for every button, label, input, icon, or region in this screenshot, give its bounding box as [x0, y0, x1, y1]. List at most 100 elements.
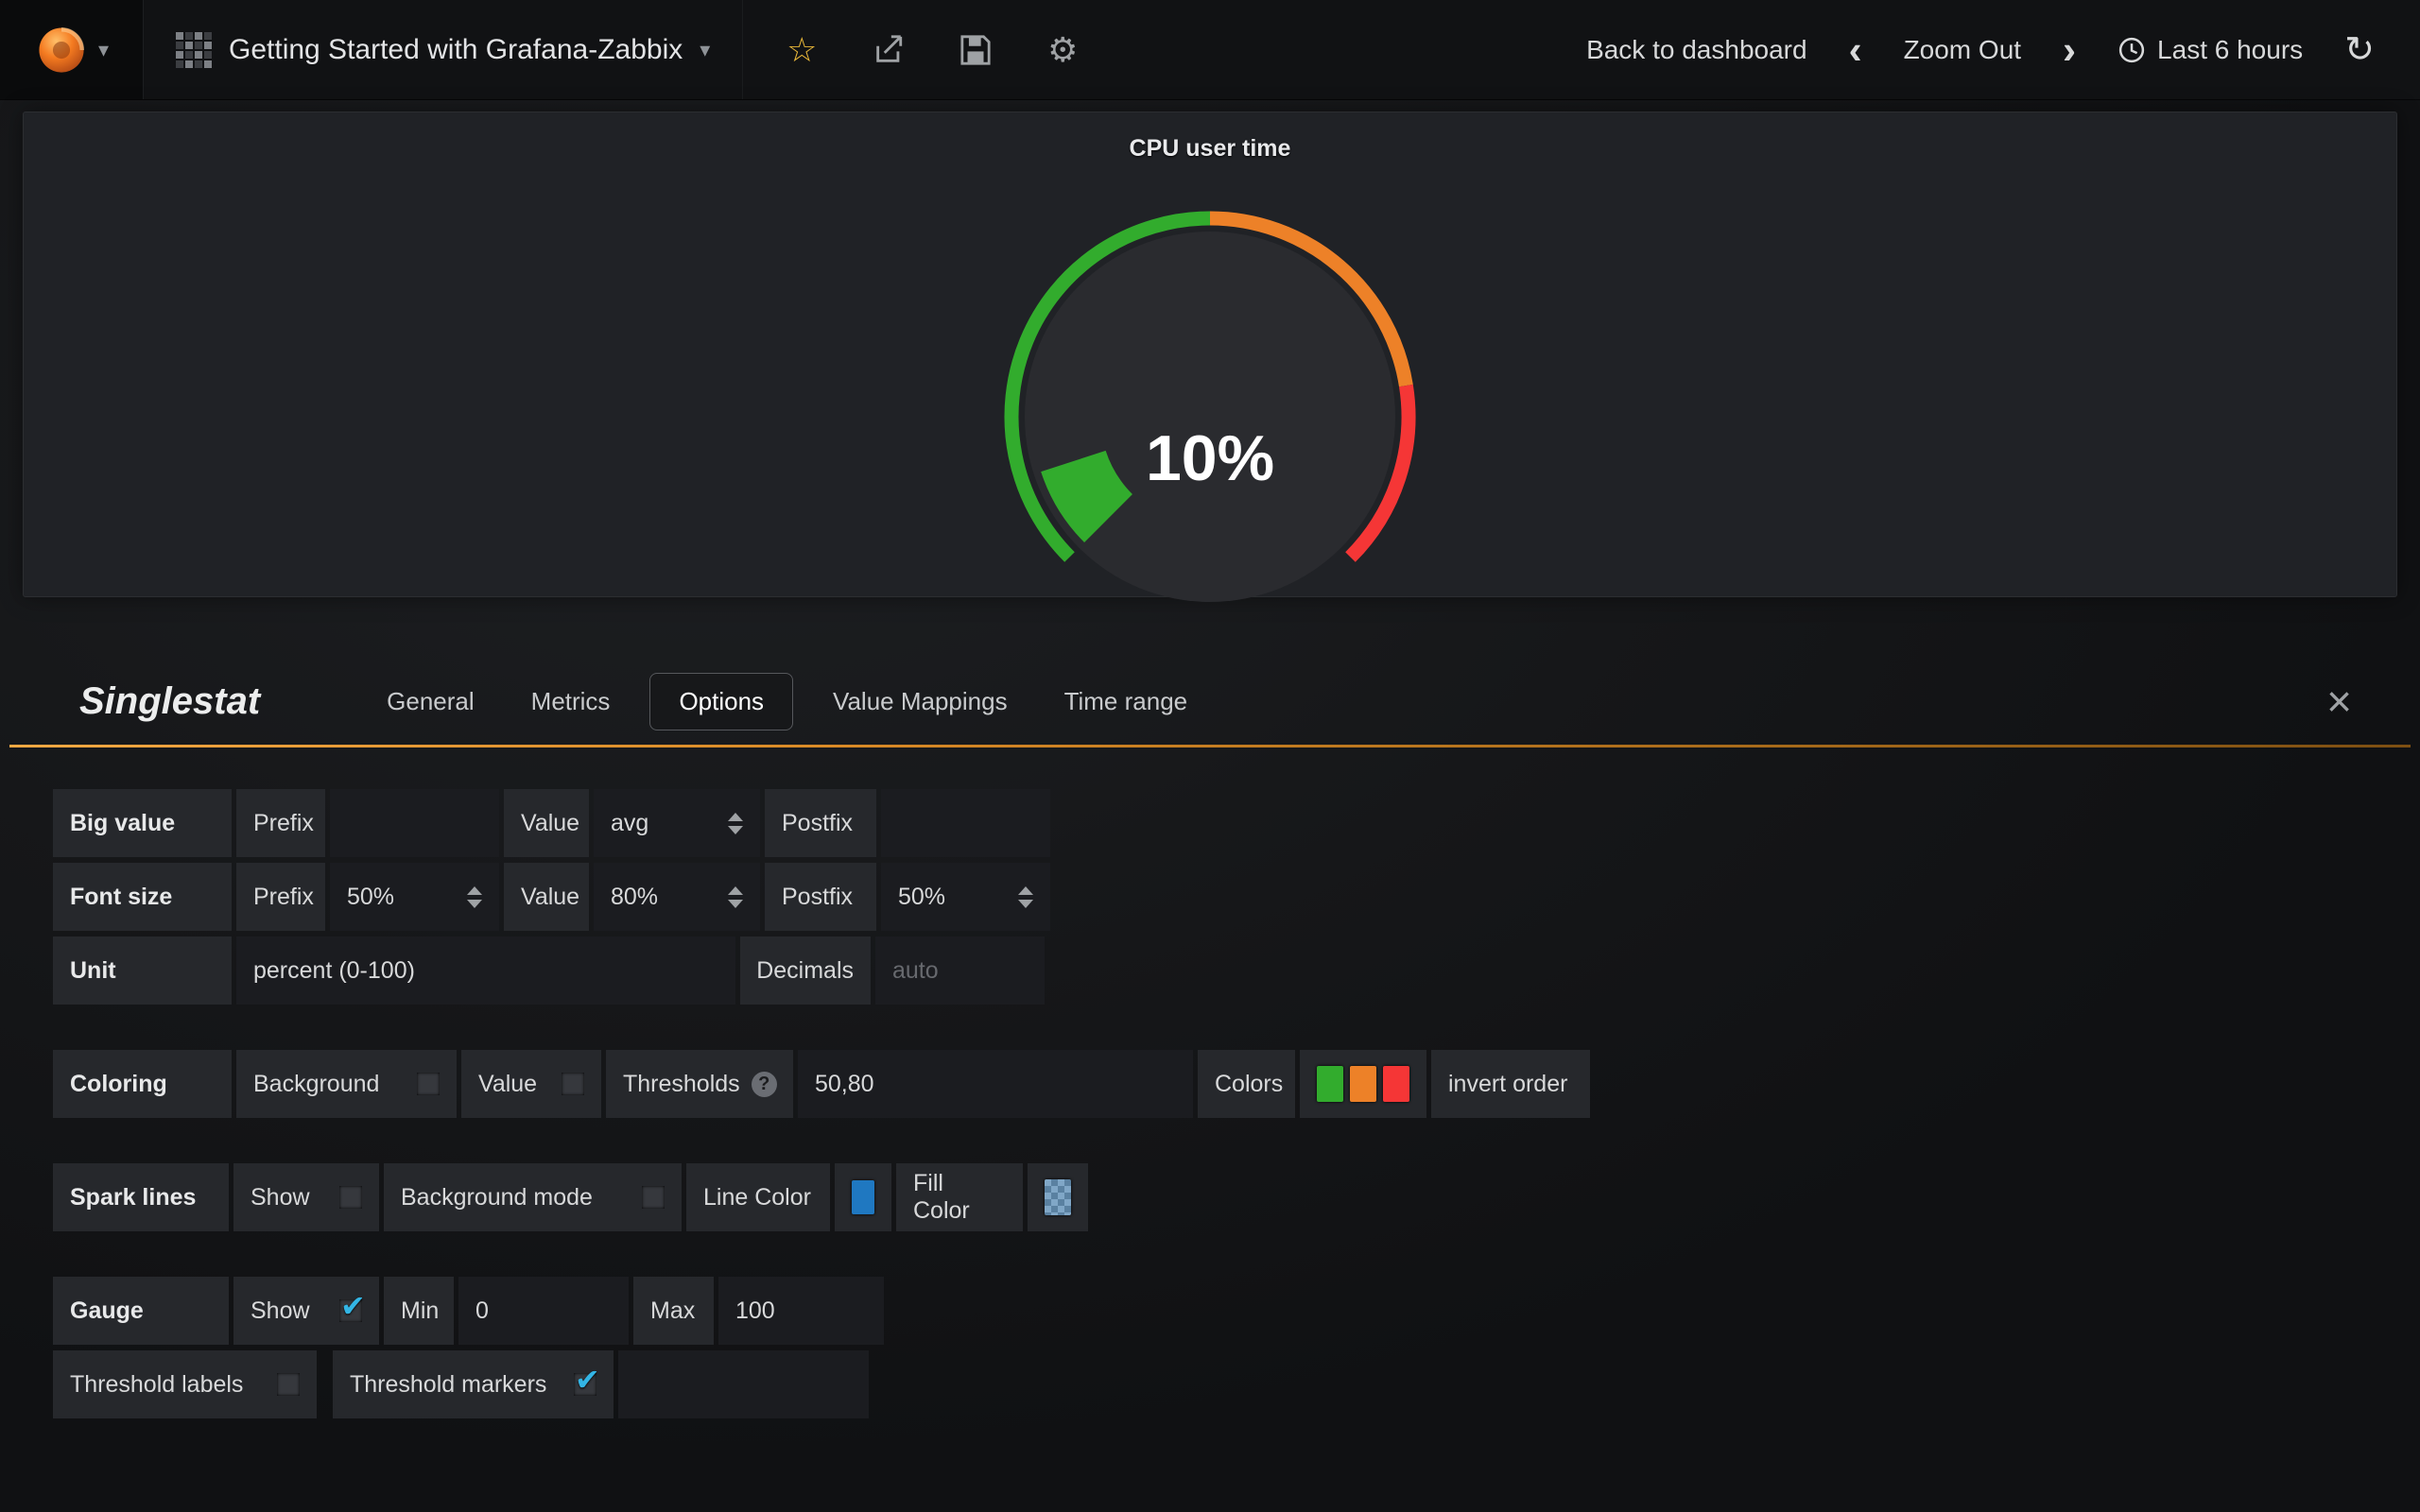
- sparkline-show-toggle[interactable]: Show ✔: [233, 1163, 379, 1231]
- chevron-right-icon[interactable]: ›: [2063, 37, 2076, 63]
- fill-color-cell: [1028, 1163, 1088, 1231]
- show-checkbox[interactable]: ✔: [339, 1186, 362, 1209]
- tab-value-mappings[interactable]: Value Mappings: [804, 674, 1036, 730]
- save-icon[interactable]: [955, 29, 996, 71]
- fill-color-swatch[interactable]: [1045, 1179, 1071, 1215]
- threshold-markers-checkbox[interactable]: ✔: [574, 1373, 596, 1396]
- unit-row: Unit percent (0-100) Decimals: [53, 936, 2420, 1005]
- selected-value: 80%: [611, 884, 658, 911]
- dashboard-grid-icon: [176, 32, 212, 68]
- big-value-postfix-input[interactable]: [881, 789, 1050, 857]
- time-range-picker-button[interactable]: Last 6 hours: [2118, 35, 2303, 65]
- background-mode-checkbox[interactable]: ✔: [642, 1186, 665, 1209]
- gauge-min-input[interactable]: [458, 1277, 629, 1345]
- empty-cell: [618, 1350, 869, 1418]
- caret-down-icon: ▾: [98, 38, 109, 62]
- gauge-label: Gauge: [53, 1277, 229, 1345]
- font-size-label: Font size: [53, 863, 232, 931]
- grafana-logo-icon: [34, 23, 89, 77]
- selected-value: 50%: [898, 884, 945, 911]
- tab-options[interactable]: Options: [649, 673, 793, 730]
- threshold-labels-label: Threshold labels: [70, 1371, 243, 1399]
- select-spinner-icon: [728, 886, 743, 908]
- grafana-app: ▾ Getting Started with Grafana-Zabbix ▾ …: [0, 0, 2420, 1512]
- colors-label: Colors: [1198, 1050, 1295, 1118]
- time-range-label: Last 6 hours: [2157, 35, 2303, 65]
- panel-editor: Singlestat General Metrics Options Value…: [0, 658, 2420, 1418]
- gauge-row: Gauge Show ✔ Min Max: [53, 1277, 2420, 1345]
- big-value-prefix-input[interactable]: [330, 789, 499, 857]
- gauge-show-checkbox[interactable]: ✔: [339, 1299, 362, 1322]
- value-label: Value: [504, 789, 589, 857]
- postfix-label: Postfix: [765, 863, 876, 931]
- back-to-dashboard-button[interactable]: Back to dashboard: [1586, 35, 1807, 65]
- show-label: Show: [251, 1184, 310, 1211]
- thresholds-input[interactable]: [798, 1050, 1193, 1118]
- threshold-markers-label: Threshold markers: [350, 1371, 546, 1399]
- line-color-label: Line Color: [686, 1163, 830, 1231]
- caret-down-icon: ▾: [700, 38, 710, 62]
- navbar: ▾ Getting Started with Grafana-Zabbix ▾ …: [0, 0, 2420, 100]
- navbar-actions: ☆ ⚙: [743, 29, 1121, 71]
- thresholds-label: Thresholds: [623, 1071, 740, 1098]
- tab-general[interactable]: General: [358, 674, 503, 730]
- save-icon-glyph: [959, 34, 992, 66]
- decimals-label: Decimals: [740, 936, 871, 1005]
- close-editor-icon[interactable]: ×: [2326, 682, 2352, 720]
- spark-lines-row: Spark lines Show ✔ Background mode ✔ Lin…: [53, 1163, 2420, 1231]
- font-size-postfix-select[interactable]: 50%: [881, 863, 1050, 931]
- gauge-value-text: 10%: [945, 421, 1475, 495]
- coloring-row: Coloring Background ✔ Value ✔ Thresholds…: [53, 1050, 2420, 1118]
- gauge-chart: [945, 162, 1475, 653]
- gauge-container: 10%: [945, 162, 1475, 653]
- prefix-label: Prefix: [236, 863, 325, 931]
- decimals-input[interactable]: [875, 936, 1045, 1005]
- chevron-left-icon[interactable]: ‹: [1849, 37, 1862, 63]
- threshold-labels-toggle[interactable]: Threshold labels ✔: [53, 1350, 317, 1418]
- star-icon[interactable]: ☆: [781, 29, 822, 71]
- threshold-markers-toggle[interactable]: Threshold markers ✔: [333, 1350, 614, 1418]
- postfix-label: Postfix: [765, 789, 876, 857]
- tab-time-range[interactable]: Time range: [1036, 674, 1217, 730]
- tab-metrics[interactable]: Metrics: [503, 674, 639, 730]
- share-icon[interactable]: [868, 29, 909, 71]
- navbar-right: Back to dashboard ‹ Zoom Out › Last 6 ho…: [1586, 28, 2420, 71]
- help-icon[interactable]: ?: [752, 1072, 777, 1097]
- select-spinner-icon: [728, 813, 743, 834]
- line-color-swatch[interactable]: [852, 1180, 874, 1214]
- big-value-stat-select[interactable]: avg: [594, 789, 760, 857]
- settings-gear-icon[interactable]: ⚙: [1042, 29, 1083, 71]
- value-checkbox[interactable]: ✔: [562, 1073, 584, 1095]
- background-mode-toggle[interactable]: Background mode ✔: [384, 1163, 682, 1231]
- green-color-swatch[interactable]: [1317, 1066, 1343, 1102]
- orange-color-swatch[interactable]: [1350, 1066, 1376, 1102]
- refresh-icon[interactable]: ↻: [2344, 28, 2375, 71]
- background-checkbox[interactable]: ✔: [417, 1073, 440, 1095]
- unit-label: Unit: [53, 936, 232, 1005]
- font-size-value-select[interactable]: 80%: [594, 863, 760, 931]
- unit-select[interactable]: percent (0-100): [236, 936, 735, 1005]
- gauge-show-toggle[interactable]: Show ✔: [233, 1277, 379, 1345]
- coloring-background-toggle[interactable]: Background ✔: [236, 1050, 457, 1118]
- red-color-swatch[interactable]: [1383, 1066, 1409, 1102]
- accent-divider: [9, 745, 2411, 747]
- zoom-out-button[interactable]: Zoom Out: [1904, 35, 2021, 65]
- coloring-value-toggle[interactable]: Value ✔: [461, 1050, 601, 1118]
- selected-value: 50%: [347, 884, 394, 911]
- dashboard-title-button[interactable]: Getting Started with Grafana-Zabbix ▾: [144, 0, 743, 99]
- coloring-label: Coloring: [53, 1050, 232, 1118]
- background-label: Background: [253, 1071, 379, 1098]
- panel-title[interactable]: CPU user time: [24, 135, 2396, 163]
- font-size-prefix-select[interactable]: 50%: [330, 863, 499, 931]
- invert-order-button[interactable]: invert order: [1431, 1050, 1590, 1118]
- threshold-labels-checkbox[interactable]: ✔: [277, 1373, 300, 1396]
- select-spinner-icon: [1018, 886, 1033, 908]
- line-color-cell: [835, 1163, 891, 1231]
- background-mode-label: Background mode: [401, 1184, 593, 1211]
- value-label: Value: [504, 863, 589, 931]
- grafana-logo-button[interactable]: ▾: [0, 0, 144, 99]
- fill-color-label: Fill Color: [896, 1163, 1023, 1231]
- options-form: Big value Prefix Value avg Postfix Font …: [53, 789, 2420, 1418]
- gauge-max-input[interactable]: [718, 1277, 884, 1345]
- big-value-label: Big value: [53, 789, 232, 857]
